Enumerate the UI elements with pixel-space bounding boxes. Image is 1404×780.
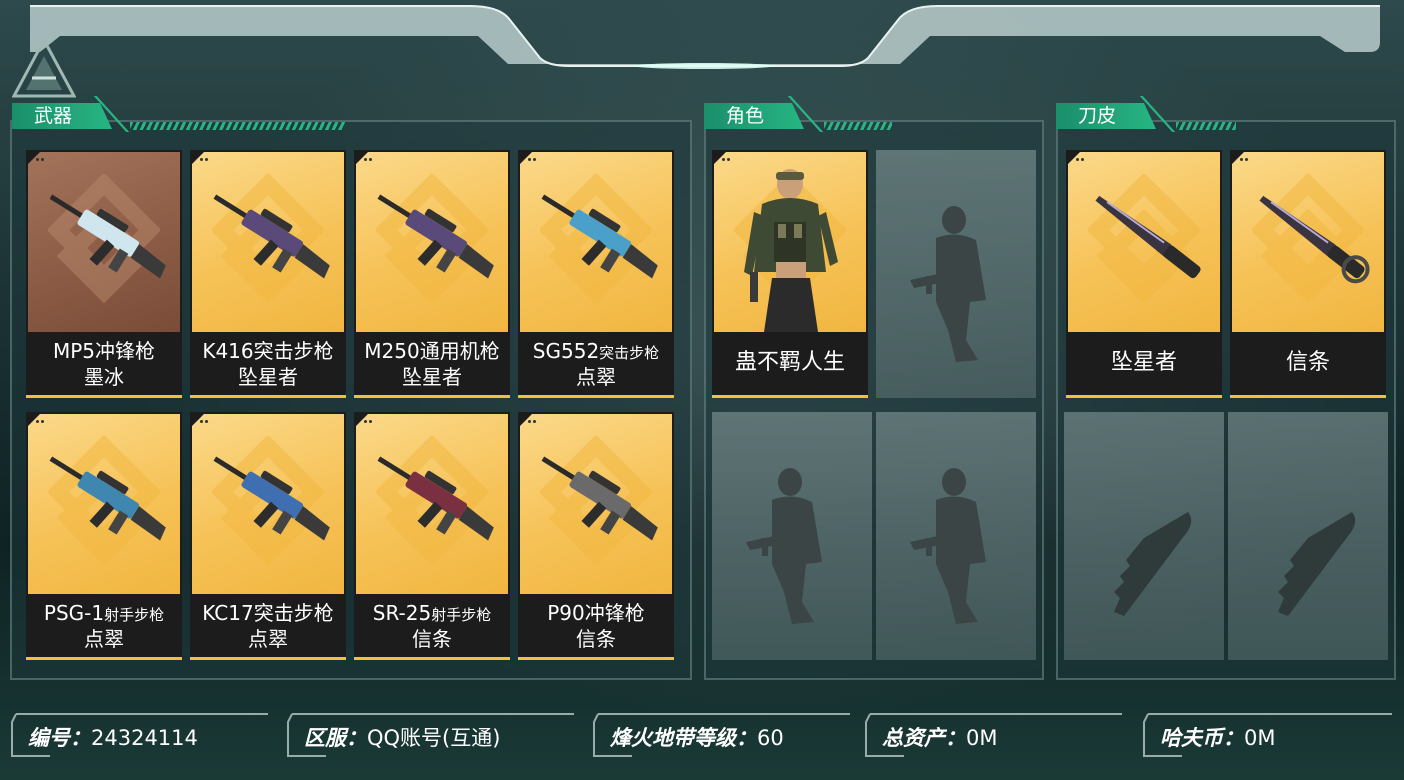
footer-level: 烽火地带等级：60 [592, 712, 852, 758]
characters-panel-title: 角色 [704, 103, 804, 129]
weapon-name: KC17突击步枪 [202, 601, 334, 625]
weapon-name: SG552突击步枪 [532, 339, 660, 363]
knife-skins-panel-title: 刀皮 [1056, 103, 1156, 129]
weapon-name: P90冲锋枪 [547, 601, 645, 625]
character-name: 蛊不羁人生 [734, 350, 845, 375]
card-art [192, 414, 344, 594]
operator-silhouette-icon [746, 468, 822, 624]
weapon-name: K416突击步枪 [202, 339, 334, 363]
title-decoration [1176, 122, 1236, 130]
weapon-card[interactable]: SG552突击步枪 点翠 [518, 150, 674, 398]
card-art [28, 414, 180, 594]
card-art [356, 414, 508, 594]
operator-silhouette-icon [910, 206, 986, 362]
weapons-panel-title: 武器 [12, 103, 112, 129]
knife-silhouette-icon [1114, 512, 1192, 616]
weapon-skin-name: 信条 [576, 627, 616, 651]
sniper-rifle-icon [377, 456, 494, 541]
game-logo-icon [11, 36, 77, 100]
weapon-skin-name: 点翠 [84, 627, 124, 651]
account-id-value: 24324114 [91, 726, 198, 750]
rifle-icon [541, 194, 658, 279]
footer-total-assets: 总资产：0M [864, 712, 1124, 758]
weapon-skin-name: 点翠 [576, 365, 616, 389]
empty-character-slot[interactable] [712, 412, 872, 660]
knife-card[interactable]: 信条 [1230, 150, 1386, 398]
weapon-card[interactable]: PSG-1射手步枪 点翠 [26, 412, 182, 660]
empty-character-slot[interactable] [876, 412, 1036, 660]
card-art [28, 152, 180, 332]
weapon-name: MP5冲锋枪 [52, 339, 156, 363]
knife-card[interactable]: 坠星者 [1066, 150, 1222, 398]
card-art [1068, 152, 1220, 332]
footer-account-id: 编号：24324114 [10, 712, 270, 758]
card-art [714, 152, 866, 332]
knife-icon [1095, 195, 1201, 279]
operator-silhouette-icon [910, 468, 986, 624]
weapon-name: M250通用机枪 [364, 339, 500, 363]
card-art [356, 152, 508, 332]
weapon-card[interactable]: MP5冲锋枪 墨冰 [26, 150, 182, 398]
smg-icon [541, 456, 658, 541]
card-art [1232, 152, 1384, 332]
title-decoration [130, 122, 345, 130]
empty-knife-slot[interactable] [1064, 412, 1224, 660]
sniper-rifle-icon [49, 456, 166, 541]
character-card[interactable]: 蛊不羁人生 [712, 150, 868, 398]
operator-portrait-icon [744, 169, 838, 332]
weapon-name: PSG-1射手步枪 [43, 601, 165, 625]
knife-skin-name: 坠星者 [1110, 350, 1177, 375]
weapon-card[interactable]: KC17突击步枪 点翠 [190, 412, 346, 660]
total-assets-value: 0M [966, 726, 998, 750]
empty-character-slot[interactable] [876, 150, 1036, 398]
knife-icon [1259, 195, 1370, 284]
weapon-skin-name: 坠星者 [402, 365, 462, 389]
card-art [520, 414, 672, 594]
weapon-card[interactable]: K416突击步枪 坠星者 [190, 150, 346, 398]
level-value: 60 [757, 726, 784, 750]
rifle-icon [213, 456, 330, 541]
title-decoration [824, 122, 892, 130]
footer-currency: 哈夫币：0M [1142, 712, 1394, 758]
weapon-card[interactable]: M250通用机枪 坠星者 [354, 150, 510, 398]
smg-icon [49, 194, 166, 279]
weapon-skin-name: 点翠 [248, 627, 288, 651]
knife-silhouette-icon [1278, 512, 1356, 616]
weapon-name: SR-25射手步枪 [372, 601, 492, 625]
weapon-card[interactable]: P90冲锋枪 信条 [518, 412, 674, 660]
footer-server: 区服：QQ账号(互通) [286, 712, 576, 758]
machine-gun-icon [377, 194, 494, 279]
card-art [520, 152, 672, 332]
currency-value: 0M [1244, 726, 1276, 750]
top-frame [0, 0, 1404, 70]
rifle-icon [213, 194, 330, 279]
weapon-skin-name: 坠星者 [238, 365, 298, 389]
card-art [192, 152, 344, 332]
weapon-skin-name: 墨冰 [84, 365, 124, 389]
weapon-card[interactable]: SR-25射手步枪 信条 [354, 412, 510, 660]
knife-skin-name: 信条 [1285, 350, 1330, 375]
weapon-skin-name: 信条 [412, 627, 452, 651]
empty-knife-slot[interactable] [1228, 412, 1388, 660]
server-value: QQ账号(互通) [367, 726, 501, 750]
